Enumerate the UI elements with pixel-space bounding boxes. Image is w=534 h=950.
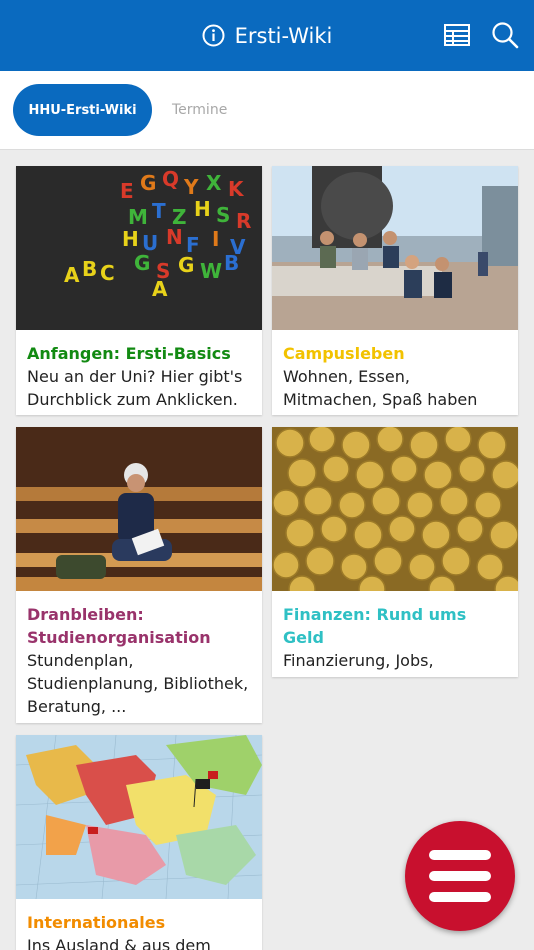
card-description: Finanzierung, Jobs, Stipendien, ... — [283, 651, 434, 677]
svg-text:G: G — [178, 253, 194, 277]
coins-image — [272, 427, 518, 591]
card-body: Internationales Ins Ausland & aus dem — [16, 899, 262, 950]
svg-text:B: B — [224, 251, 239, 275]
header-actions — [442, 20, 520, 50]
card-title: Finanzen: Rund ums Geld — [283, 605, 467, 647]
student-reading-image — [16, 427, 262, 591]
svg-text:T: T — [152, 199, 166, 223]
tab-bar: HHU-Ersti-Wiki Termine — [0, 71, 534, 150]
card-body: Dranbleiben: Studienorganisation Stunden… — [16, 591, 262, 723]
svg-text:N: N — [166, 225, 183, 249]
card-campusleben[interactable]: Campusleben Wohnen, Essen, Mitmachen, Sp… — [272, 166, 518, 415]
svg-text:K: K — [228, 177, 245, 201]
svg-text:G: G — [140, 171, 156, 195]
svg-text:C: C — [100, 261, 115, 285]
svg-text:A: A — [152, 277, 168, 301]
info-icon[interactable] — [202, 24, 225, 47]
card-description: Ins Ausland & aus dem — [27, 936, 211, 950]
card-body: Anfangen: Ersti-Basics Neu an der Uni? H… — [16, 330, 262, 415]
letters-image: A B C E G Q Y X K M T Z H S R H U N F I … — [16, 166, 262, 330]
card-body: Finanzen: Rund ums Geld Finanzierung, Jo… — [272, 591, 518, 677]
campus-image — [272, 166, 518, 330]
svg-text:H: H — [194, 197, 211, 221]
svg-text:A: A — [64, 263, 80, 287]
catalog-icon[interactable] — [442, 20, 472, 50]
svg-text:R: R — [236, 209, 251, 233]
card-title: Campusleben — [283, 344, 405, 363]
tab-hhu-ersti-wiki[interactable]: HHU-Ersti-Wiki — [13, 84, 152, 136]
tab-termine[interactable]: Termine — [172, 84, 227, 136]
menu-button[interactable] — [405, 821, 515, 931]
svg-text:W: W — [200, 259, 222, 283]
svg-text:Q: Q — [162, 167, 179, 191]
search-icon[interactable] — [490, 20, 520, 50]
card-description: Neu an der Uni? Hier gibt's Durchblick z… — [27, 367, 243, 409]
svg-text:S: S — [216, 203, 230, 227]
svg-text:G: G — [134, 251, 150, 275]
svg-text:E: E — [120, 179, 134, 203]
svg-text:I: I — [212, 227, 219, 251]
card-dranbleiben[interactable]: Dranbleiben: Studienorganisation Stunden… — [16, 427, 262, 723]
top-app-bar: Ersti-Wiki — [0, 0, 534, 71]
card-title: Internationales — [27, 913, 166, 932]
card-body: Campusleben Wohnen, Essen, Mitmachen, Sp… — [272, 330, 518, 415]
card-title: Dranbleiben: Studienorganisation — [27, 605, 211, 647]
menu-icon — [429, 850, 491, 902]
map-image — [16, 735, 262, 899]
svg-text:B: B — [82, 257, 97, 281]
card-description: Stundenplan, Studienplanung, Bibliothek,… — [27, 651, 249, 716]
svg-text:H: H — [122, 227, 139, 251]
app-title: Ersti-Wiki — [234, 23, 333, 48]
svg-text:Y: Y — [183, 175, 199, 199]
card-title: Anfangen: Ersti-Basics — [27, 344, 231, 363]
svg-text:M: M — [128, 205, 148, 229]
card-description: Wohnen, Essen, Mitmachen, Spaß haben — [283, 367, 478, 409]
card-finanzen[interactable]: Finanzen: Rund ums Geld Finanzierung, Jo… — [272, 427, 518, 677]
card-anfangen[interactable]: A B C E G Q Y X K M T Z H S R H U N F I … — [16, 166, 262, 415]
svg-text:X: X — [206, 171, 222, 195]
card-internationales[interactable]: Internationales Ins Ausland & aus dem — [16, 735, 262, 950]
